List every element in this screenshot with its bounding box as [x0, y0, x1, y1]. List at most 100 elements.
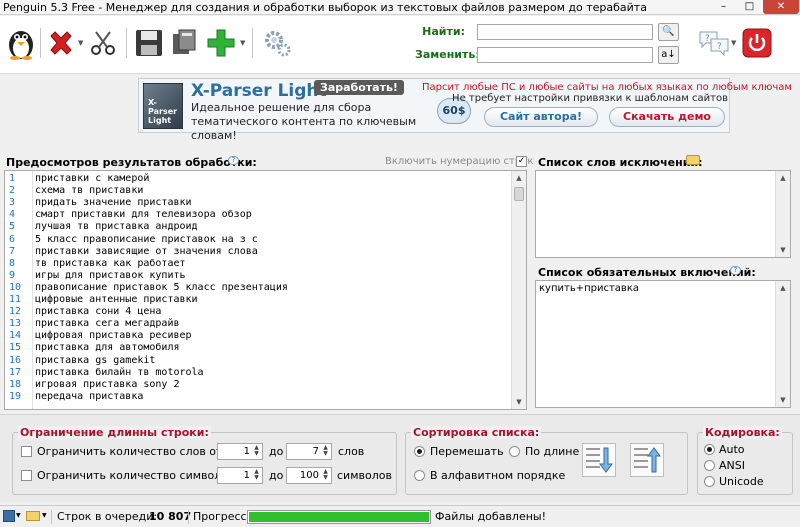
- preview-line: тв приставка как работает: [35, 257, 186, 269]
- sort-shuffle-radio[interactable]: [414, 446, 425, 457]
- encoding-ansi-radio[interactable]: [704, 460, 715, 471]
- preview-help-icon[interactable]: ?: [228, 156, 239, 165]
- limit-chars-checkbox[interactable]: [21, 470, 32, 481]
- encoding-group: Кодировка: Auto ANSI Unicode: [697, 426, 793, 495]
- line-number: 9: [9, 269, 16, 281]
- delete-dropdown-arrow[interactable]: ▼: [78, 39, 83, 47]
- exclusions-textarea[interactable]: ▲ ▼: [535, 170, 791, 258]
- author-site-button[interactable]: Сайт автора!: [484, 107, 598, 127]
- add-dropdown-arrow[interactable]: ▼: [240, 39, 245, 47]
- download-demo-button[interactable]: Скачать демо: [609, 107, 725, 127]
- replace-button[interactable]: a↓: [658, 46, 679, 64]
- preview-line: 5 класс правописание приставок на з с: [35, 233, 258, 245]
- sort-descending-button[interactable]: [582, 443, 616, 477]
- required-textarea[interactable]: купить+приставка ▲ ▼: [535, 280, 791, 408]
- line-number: 6: [9, 233, 16, 245]
- exclusions-scrollbar[interactable]: ▲ ▼: [775, 171, 790, 257]
- preview-line: игровая приставка sony 2: [35, 378, 180, 390]
- line-number: 10: [9, 281, 22, 293]
- svg-text:?: ?: [705, 34, 710, 44]
- line-number: 7: [9, 245, 16, 257]
- toolbar: ▼ ▼ Найти: 🔍 Заменить: a↓ ?? ▼: [0, 16, 800, 74]
- words-from-spinner[interactable]: 1 ▲ ▼: [217, 443, 263, 460]
- save-dropdown-arrow[interactable]: ▼: [16, 512, 21, 519]
- status-bar: ▼ ▼ Строк в очереди: 10 807 Прогресс: Фа…: [0, 505, 800, 527]
- preview-title: Предосмотров результатов обработки:: [6, 156, 257, 169]
- numbering-checkbox[interactable]: ✓: [516, 156, 527, 167]
- length-limit-group: Ограничение длинны строки: Ограничить ко…: [12, 426, 397, 495]
- find-label: Найти:: [422, 25, 465, 38]
- scroll-down-arrow[interactable]: ▼: [512, 395, 526, 409]
- sort-alpha-radio[interactable]: [414, 470, 425, 481]
- line-number: 15: [9, 342, 22, 354]
- help-dropdown-arrow[interactable]: ▼: [731, 39, 736, 47]
- required-scrollbar[interactable]: ▲ ▼: [775, 281, 790, 407]
- cut-icon[interactable]: [86, 26, 120, 60]
- close-button[interactable]: ✕: [763, 0, 799, 14]
- open-dropdown-arrow[interactable]: ▼: [42, 512, 47, 519]
- scroll-up-arrow[interactable]: ▲: [512, 171, 526, 185]
- delete-icon[interactable]: [44, 26, 78, 60]
- open-folder-icon[interactable]: [26, 511, 40, 521]
- line-number: 18: [9, 378, 22, 390]
- banner-black-text: Не требует настройки привязки к шаблонам…: [452, 93, 728, 104]
- toolbar-separator: [252, 28, 253, 58]
- settings-gear-icon[interactable]: [260, 26, 294, 60]
- progress-label: Прогресс:: [193, 510, 251, 523]
- line-number: 17: [9, 366, 22, 378]
- preview-line: игры для приставок купить: [35, 269, 186, 281]
- line-number: 1: [9, 173, 16, 184]
- find-button[interactable]: 🔍: [658, 23, 679, 41]
- line-number: 8: [9, 257, 16, 269]
- help-icon[interactable]: ??: [696, 26, 732, 60]
- exclusions-title: Список слов исключений:: [538, 156, 703, 169]
- preview-textarea[interactable]: 1 2 3 4 5 6 7 8 9 10 11 12 13 14 15 16 17 18 19 приставки …: [4, 170, 527, 410]
- line-number: 3: [9, 197, 16, 209]
- find-input[interactable]: [477, 24, 653, 40]
- scroll-thumb[interactable]: [514, 187, 524, 201]
- limit-words-checkbox[interactable]: [21, 446, 32, 457]
- add-icon[interactable]: [204, 26, 238, 60]
- preview-line: смарт приставки для телевизора обзор: [35, 209, 252, 221]
- encoding-unicode-radio[interactable]: [704, 476, 715, 487]
- title-bar: Penguin 5.3 Free - Менеджер для создания…: [0, 0, 800, 15]
- preview-line: схема тв приставки: [35, 185, 144, 197]
- maximize-button[interactable]: □: [737, 0, 762, 14]
- preview-line: лучшая тв приставка андроид: [35, 221, 198, 233]
- replace-input[interactable]: [477, 47, 653, 63]
- preview-line: приставка сега мегадрайв: [35, 318, 180, 330]
- banner-title: X-Parser Light: [191, 81, 327, 101]
- preview-scrollbar[interactable]: ▲ ▼: [511, 171, 526, 409]
- sort-ascending-button[interactable]: [630, 443, 664, 477]
- earn-button[interactable]: Заработать!: [314, 80, 404, 95]
- ad-banner[interactable]: X-Parser Light X-Parser Light Заработать…: [138, 78, 792, 142]
- folder-icon[interactable]: [686, 155, 700, 165]
- minimize-button[interactable]: –: [711, 0, 736, 14]
- preview-line: правописание приставок 5 класс презентац…: [35, 281, 288, 293]
- sort-length-radio[interactable]: [509, 446, 520, 457]
- toolbar-separator: [126, 28, 127, 58]
- required-help-icon[interactable]: ?: [730, 266, 741, 275]
- chars-from-spinner[interactable]: 1 ▲ ▼: [217, 467, 263, 484]
- save-small-icon[interactable]: [3, 510, 15, 522]
- queue-value: 10 807: [149, 510, 192, 523]
- save-icon[interactable]: [132, 26, 166, 60]
- penguin-icon[interactable]: [4, 26, 38, 60]
- words-to-spinner[interactable]: 7 ▲ ▼: [286, 443, 332, 460]
- required-title: Список обязательных включений:: [538, 266, 756, 279]
- copy-files-icon[interactable]: [168, 26, 202, 60]
- power-icon[interactable]: [740, 26, 774, 60]
- queue-label: Строк в очереди:: [57, 510, 158, 523]
- encoding-auto-radio[interactable]: [704, 444, 715, 455]
- preview-line: приставки с камерой: [35, 173, 150, 184]
- line-number: 14: [9, 330, 22, 342]
- progress-bar: [247, 510, 431, 524]
- line-number: 12: [9, 306, 22, 318]
- chars-to-spinner[interactable]: 100 ▲ ▼: [286, 467, 332, 484]
- limit-words-label: Ограничить количество слов от: [37, 445, 223, 458]
- preview-line: передача приставка: [35, 390, 144, 402]
- product-box-image: X-Parser Light: [143, 83, 183, 129]
- sort-group: Сортировка списка: Перемешать По длине В…: [405, 426, 688, 495]
- status-message: Файлы добавлены!: [435, 510, 546, 523]
- preview-line: приставка для автомобиля: [35, 342, 180, 354]
